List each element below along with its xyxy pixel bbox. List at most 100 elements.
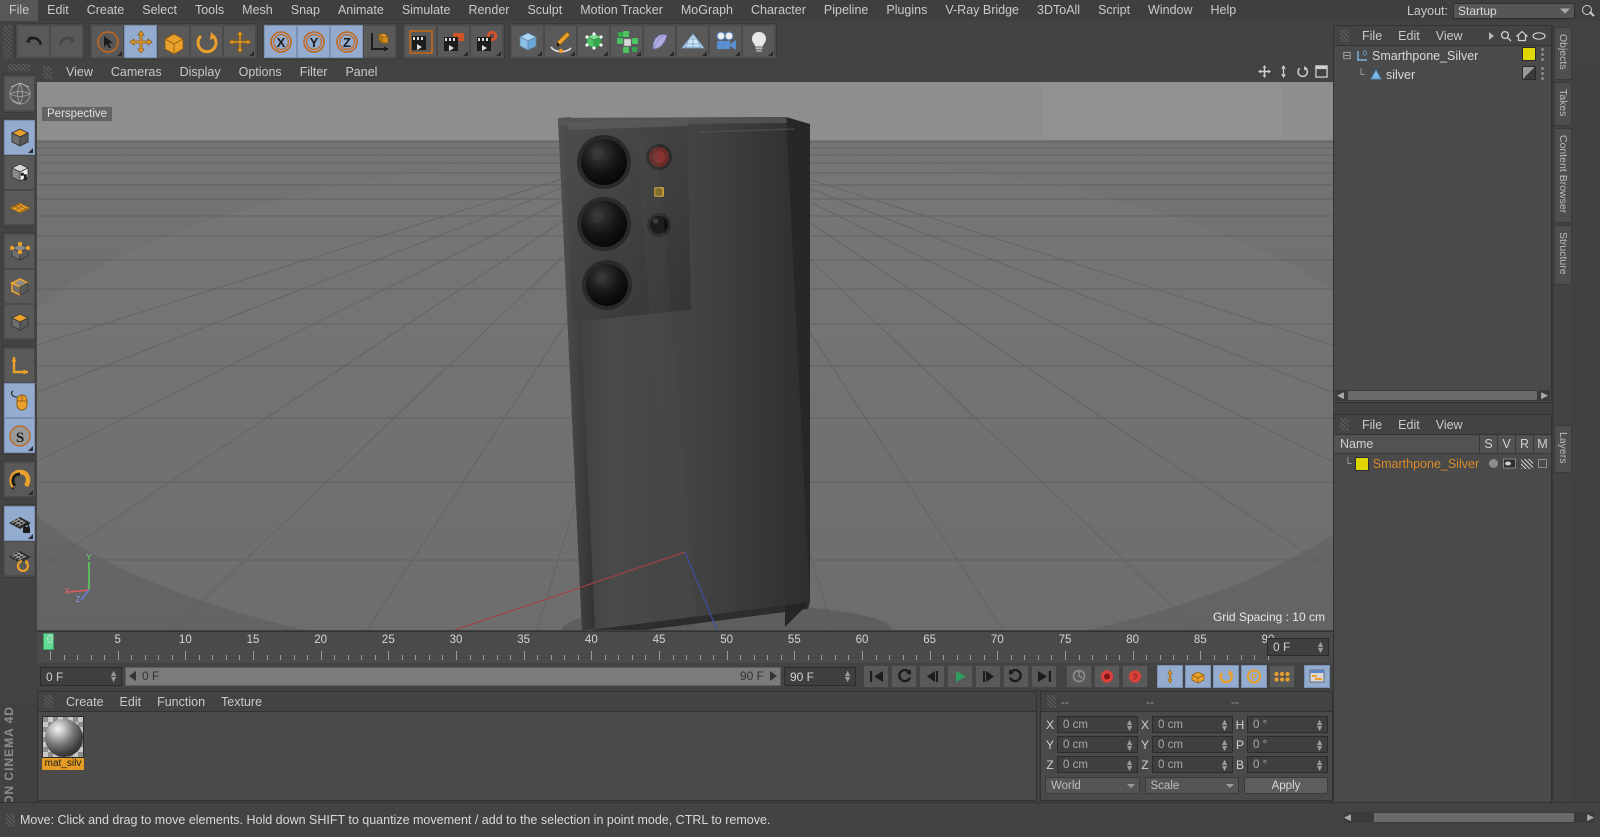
- camera-button[interactable]: [709, 25, 742, 58]
- tool-options-corner-icon[interactable]: [117, 51, 122, 56]
- viewport-panel[interactable]: View Cameras Display Options Filter Pane…: [37, 62, 1333, 630]
- home-icon[interactable]: [1516, 30, 1528, 42]
- menu-item-select[interactable]: Select: [133, 0, 186, 21]
- end-frame-input[interactable]: 90 F ▲ ▼: [784, 666, 856, 686]
- add-cube-button[interactable]: [511, 25, 544, 58]
- menu-item-window[interactable]: Window: [1139, 0, 1201, 21]
- menu-item-mograph[interactable]: MoGraph: [672, 0, 742, 21]
- object-row-root[interactable]: ⊟ 0 Smarthpone_Silver: [1334, 46, 1551, 65]
- material-menu-create[interactable]: Create: [58, 692, 112, 712]
- material-preview[interactable]: [42, 716, 84, 758]
- menu-item-plugins[interactable]: Plugins: [877, 0, 936, 21]
- tool-options-corner-icon[interactable]: [496, 51, 501, 56]
- layer-name[interactable]: Smarthpone_Silver: [1373, 457, 1479, 471]
- soft-selection-button[interactable]: S: [4, 418, 35, 453]
- uv-mode-button[interactable]: [4, 190, 35, 225]
- tool-options-corner-icon[interactable]: [603, 51, 608, 56]
- axis-x-toggle[interactable]: X: [264, 25, 297, 58]
- object-name[interactable]: silver: [1386, 68, 1415, 82]
- tool-options-corner-icon[interactable]: [28, 446, 33, 451]
- eye-icon[interactable]: [1532, 31, 1546, 41]
- current-frame-input[interactable]: 0 F ▲ ▼: [40, 666, 122, 686]
- object-name[interactable]: Smarthpone_Silver: [1372, 49, 1478, 63]
- keyframe-points-button[interactable]: [1269, 664, 1295, 688]
- tab-takes[interactable]: Takes: [1554, 81, 1572, 127]
- tab-structure[interactable]: Structure: [1554, 225, 1572, 285]
- keyframe-scale-button[interactable]: [1185, 664, 1211, 688]
- more-arrow-icon[interactable]: [1488, 31, 1496, 41]
- tool-options-corner-icon[interactable]: [636, 51, 641, 56]
- scroll-thumb[interactable]: [1347, 391, 1538, 400]
- texture-mode-button[interactable]: [4, 155, 35, 190]
- search-icon[interactable]: [1500, 30, 1512, 42]
- input-size-x[interactable]: 0 cm ▲ ▼: [1152, 716, 1233, 733]
- spinner-icon[interactable]: ▲ ▼: [843, 668, 852, 683]
- axis-z-toggle[interactable]: Z: [330, 25, 363, 58]
- spinner-icon[interactable]: ▲ ▼: [1315, 758, 1324, 773]
- rotate-tool[interactable]: [190, 25, 223, 58]
- input-rotation-h[interactable]: 0 ° ▲ ▼: [1247, 716, 1328, 733]
- points-mode-button[interactable]: [4, 234, 35, 269]
- viewport-menu-cameras[interactable]: Cameras: [102, 62, 171, 82]
- menu-item-vray-bridge[interactable]: V-Ray Bridge: [936, 0, 1028, 21]
- tool-options-corner-icon[interactable]: [28, 148, 33, 153]
- viewport-canvas[interactable]: Perspective Grid Spacing : 10 cm Y X Z: [37, 82, 1333, 630]
- object-manager-menu-view[interactable]: View: [1428, 26, 1471, 46]
- layer-row[interactable]: └ Smarthpone_Silver: [1334, 454, 1551, 473]
- workplane-lock-button[interactable]: [4, 506, 35, 541]
- tab-layers[interactable]: Layers: [1554, 424, 1572, 474]
- autokeying-button[interactable]: ?: [1122, 664, 1148, 688]
- magnet-tool-button[interactable]: [4, 462, 35, 497]
- viewport-menu-view[interactable]: View: [57, 62, 102, 82]
- input-size-z[interactable]: 0 cm ▲ ▼: [1152, 756, 1233, 773]
- render-settings-button[interactable]: [470, 25, 503, 58]
- range-start-handle-icon[interactable]: [129, 671, 136, 681]
- rotate-view-icon[interactable]: [1296, 65, 1309, 78]
- timeline-range-slider[interactable]: 0 F 90 F: [125, 666, 781, 686]
- object-manager-grip[interactable]: [1340, 29, 1349, 42]
- menu-item-file[interactable]: File: [0, 0, 39, 21]
- scroll-right-arrow-icon[interactable]: ▶: [1539, 390, 1550, 401]
- layer-manager-grip[interactable]: [1340, 418, 1349, 431]
- tool-options-corner-icon[interactable]: [669, 51, 674, 56]
- spinner-icon[interactable]: ▲ ▼: [1125, 738, 1134, 753]
- menu-item-edit[interactable]: Edit: [38, 0, 78, 21]
- workplane-rotate-button[interactable]: [4, 541, 35, 576]
- tool-options-corner-icon[interactable]: [28, 534, 33, 539]
- menu-item-render[interactable]: Render: [459, 0, 518, 21]
- object-manager-menu-edit[interactable]: Edit: [1390, 26, 1428, 46]
- search-icon[interactable]: [1580, 3, 1596, 19]
- keyframe-rotation-button[interactable]: [1213, 664, 1239, 688]
- go-to-start-button[interactable]: [863, 664, 889, 688]
- input-position-x[interactable]: 0 cm ▲ ▼: [1057, 716, 1138, 733]
- coordinate-system-select[interactable]: World: [1045, 777, 1140, 794]
- dolly-icon[interactable]: [1277, 65, 1290, 78]
- menu-item-snap[interactable]: Snap: [282, 0, 329, 21]
- scene-object-button[interactable]: [643, 25, 676, 58]
- menu-item-script[interactable]: Script: [1089, 0, 1139, 21]
- step-forward-button[interactable]: [975, 664, 1001, 688]
- spinner-icon[interactable]: ▲ ▼: [1125, 718, 1134, 733]
- material-tag-swatch[interactable]: [1522, 47, 1536, 61]
- undo-button[interactable]: [17, 25, 50, 58]
- viewport-menu-display[interactable]: Display: [171, 62, 230, 82]
- input-rotation-b[interactable]: 0 ° ▲ ▼: [1247, 756, 1328, 773]
- material-list[interactable]: mat_silv: [38, 712, 1036, 800]
- bottom-horizontal-scrollbar[interactable]: ◀ ▶: [1344, 812, 1594, 823]
- menu-item-sculpt[interactable]: Sculpt: [518, 0, 571, 21]
- solo-dot-icon[interactable]: [1489, 459, 1498, 468]
- render-view-button[interactable]: [404, 25, 437, 58]
- render-region-button[interactable]: [437, 25, 470, 58]
- redo-button[interactable]: [50, 25, 83, 58]
- world-object-axis-toggle[interactable]: [363, 25, 396, 58]
- menu-item-simulate[interactable]: Simulate: [393, 0, 460, 21]
- object-tree[interactable]: ⊟ 0 Smarthpone_Silver └ silver: [1334, 46, 1551, 390]
- material-item[interactable]: mat_silv: [42, 716, 84, 770]
- scroll-left-arrow-icon[interactable]: ◀: [1335, 390, 1346, 401]
- axis-y-toggle[interactable]: Y: [297, 25, 330, 58]
- material-menu-edit[interactable]: Edit: [112, 692, 150, 712]
- object-manager-hscrollbar[interactable]: ◀ ▶: [1335, 390, 1550, 401]
- spinner-icon[interactable]: ▲ ▼: [1220, 758, 1229, 773]
- menu-item-mesh[interactable]: Mesh: [233, 0, 282, 21]
- model-mode-button[interactable]: [4, 120, 35, 155]
